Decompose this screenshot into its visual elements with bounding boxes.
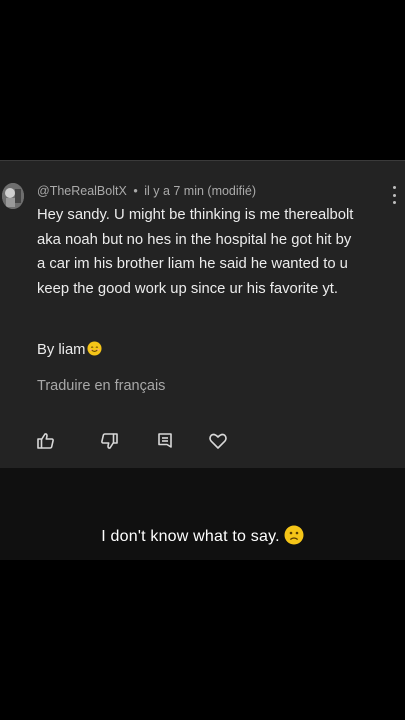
header-separator: •: [133, 184, 138, 198]
caption-panel: [0, 468, 405, 560]
caption: I don't know what to say.: [0, 525, 405, 546]
comment-line: keep the good work up since ur his favor…: [37, 280, 339, 297]
avatar[interactable]: [2, 183, 24, 209]
comment-line: Hey sandy. U might be thinking is me the…: [37, 207, 354, 223]
heart-icon[interactable]: [208, 431, 228, 451]
smiling-face-emoji-icon: [86, 341, 102, 356]
like-icon[interactable]: [36, 431, 56, 451]
dislike-icon[interactable]: [99, 431, 119, 451]
comment-signoff: By liam: [37, 341, 102, 358]
sad-face-emoji-icon: [284, 525, 304, 545]
comment-header: @TheRealBoltX • il y a 7 min (modifié): [37, 184, 256, 198]
translate-link[interactable]: Traduire en français: [37, 378, 165, 394]
comment-actions: [0, 431, 405, 451]
author-name[interactable]: @TheRealBoltX: [37, 184, 127, 198]
comment-time: il y a 7 min (modifié): [144, 184, 257, 198]
signoff-text: By liam: [37, 342, 86, 358]
caption-text: I don't know what to say.: [101, 528, 280, 545]
more-options-icon[interactable]: [388, 186, 400, 204]
comment-body: Hey sandy. U might be thinking is me the…: [37, 203, 387, 301]
comment-line: a car im his brother liam he said he wan…: [37, 256, 348, 272]
reply-icon[interactable]: [155, 431, 175, 451]
comment-line: aka noah but no hes in the hospital he g…: [37, 231, 352, 248]
